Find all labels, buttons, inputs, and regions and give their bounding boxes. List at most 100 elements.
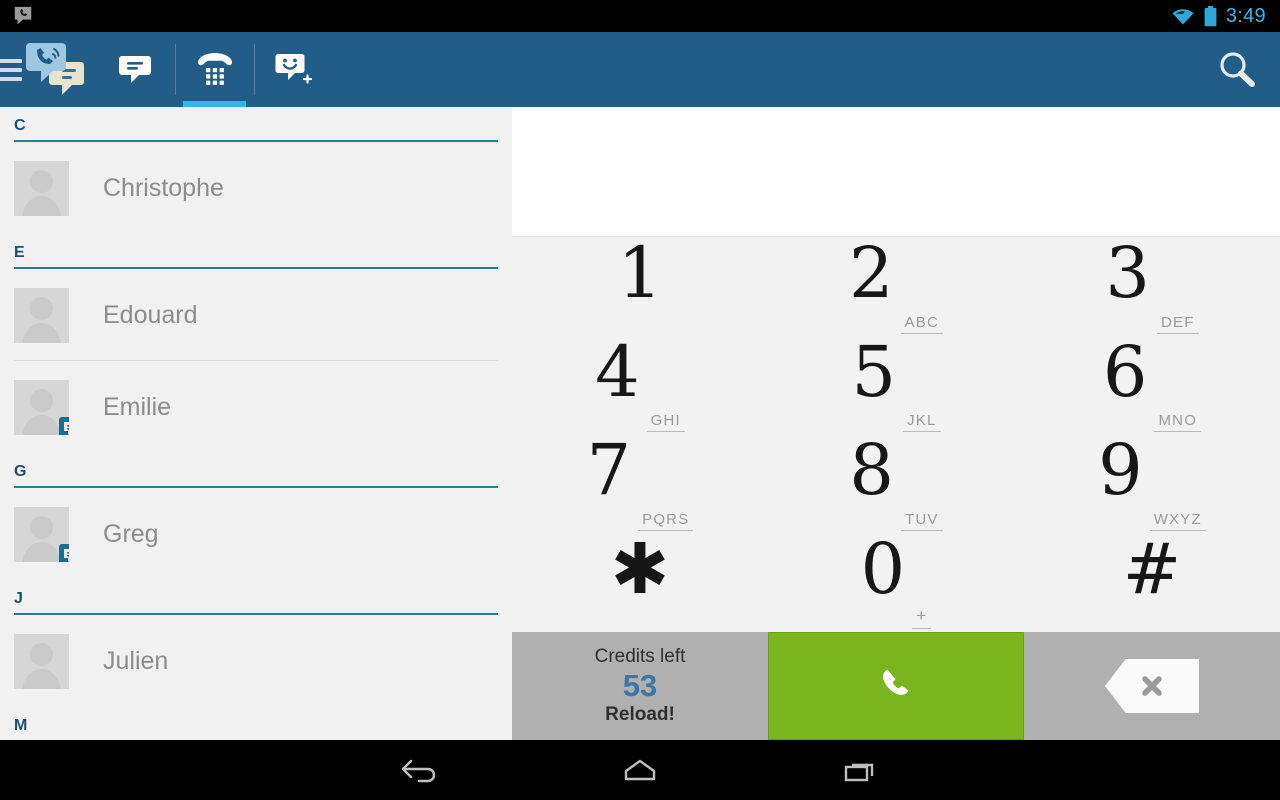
contact-name: Julien (103, 646, 169, 675)
credits-label: Credits left (594, 646, 686, 667)
dialpad-key-2[interactable]: 2 ABC (768, 238, 1024, 337)
dialpad-key-digit: 7 (586, 429, 632, 511)
backspace-shape (1105, 659, 1199, 713)
section-letter: G (14, 463, 27, 480)
dialpad-key-digit: 4 (595, 330, 640, 413)
dialpad-key-4[interactable]: 4 GHI (512, 337, 768, 436)
phone-number-value (512, 107, 1280, 163)
contacts-section-header: J (0, 580, 512, 608)
tab-add-contact[interactable] (254, 32, 333, 107)
smiley-add-contact-icon (275, 53, 312, 84)
dialpad-key-digit: 8 (849, 429, 894, 511)
section-letter: C (14, 117, 26, 134)
credits-value: 53 (622, 668, 658, 703)
contacts-section-header: G (0, 453, 512, 481)
section-letter: M (14, 717, 28, 734)
avatar (14, 160, 69, 216)
dialpad-key-star[interactable]: ✱ (512, 534, 768, 633)
status-indicators: 3:49 (1171, 5, 1280, 28)
message-badge-icon (59, 416, 69, 435)
tab-messages[interactable] (96, 32, 175, 107)
contacts-section-header: E (0, 234, 512, 262)
contacts-section-header: C (0, 107, 512, 135)
dialpad-key-9[interactable]: 9 WXYZ (1024, 435, 1280, 534)
contact-row[interactable]: Christophe (0, 142, 512, 234)
app-logo-icon[interactable] (22, 32, 88, 107)
tab-dialer[interactable] (175, 32, 254, 107)
contact-name: Greg (103, 519, 159, 548)
dialpad-keypad[interactable]: 1 2 ABC 3 DEF 4 GHI 5 JKL 6 MNO 7 PQRS 8 TUV 9 WXYZ ✱ 0 + # (512, 238, 1280, 632)
action-bar (0, 32, 1280, 107)
dialpad-key-hash[interactable]: # (1024, 534, 1280, 633)
contact-name: Emilie (103, 392, 172, 421)
message-badge-icon (64, 548, 69, 562)
dialpad-key-3[interactable]: 3 DEF (1024, 238, 1280, 337)
backspace-button[interactable] (1024, 632, 1280, 740)
dialpad-key-digit: 9 (1098, 429, 1143, 511)
dialpad-key-letters: MNO (1154, 412, 1202, 432)
contact-row[interactable]: Edouard (0, 269, 512, 361)
nav-back-button[interactable] (310, 755, 530, 785)
wifi-icon (1172, 8, 1194, 24)
message-badge-icon (64, 421, 69, 435)
hamburger-menu-icon[interactable] (0, 32, 22, 107)
contacts-section-header: M (0, 707, 512, 735)
dialpad-key-letters: GHI (646, 412, 685, 432)
dialer-bottom-bar: Credits left 53 Reload! (512, 632, 1280, 740)
android-nav-bar (0, 740, 1280, 800)
call-button[interactable] (768, 632, 1024, 740)
contact-row[interactable]: Greg (0, 488, 512, 580)
avatar (14, 287, 69, 343)
dialer-panel: 1 2 ABC 3 DEF 4 GHI 5 JKL 6 MNO 7 PQRS 8 TUV 9 WXYZ ✱ 0 + # … (512, 107, 1280, 740)
dialpad-key-8[interactable]: 8 TUV (768, 435, 1024, 534)
dialpad-key-digit: 5 (851, 330, 897, 413)
dialpad-key-digit: 6 (1102, 330, 1148, 413)
dialpad-phone-icon (197, 52, 232, 85)
dialpad-key-7[interactable]: 7 PQRS (512, 435, 768, 534)
backspace-delete-icon (1142, 676, 1162, 696)
nav-recents-button[interactable] (750, 755, 970, 785)
dialpad-key-letters: DEF (1156, 314, 1199, 334)
home-icon (624, 759, 656, 781)
status-time: 3:49 (1225, 4, 1266, 27)
search-icon (1220, 51, 1255, 87)
contact-name: Edouard (103, 300, 198, 329)
contact-name: Christophe (103, 173, 224, 202)
dialpad-key-0[interactable]: 0 + (768, 534, 1024, 633)
tab-bar (96, 32, 333, 107)
dialpad-key-letters: ABC (900, 314, 943, 334)
dialpad-key-digit: 2 (849, 232, 894, 314)
chat-bubble-icon (118, 55, 151, 83)
device-screen: 3:49 C Christophe E Edouard Emilie G Gre… (0, 0, 1280, 800)
phone-handset-icon (883, 669, 909, 695)
dialpad-key-digit: 3 (1105, 232, 1150, 314)
avatar (14, 379, 69, 435)
dialpad-key-6[interactable]: 6 MNO (1024, 337, 1280, 436)
contact-row[interactable]: Julien (0, 615, 512, 707)
search-button[interactable] (1194, 32, 1280, 107)
section-letter: J (14, 590, 23, 607)
nav-home-button[interactable] (530, 755, 750, 785)
phone-number-display[interactable] (512, 107, 1280, 237)
message-badge-icon (59, 543, 69, 562)
status-bar: 3:49 (0, 0, 1280, 32)
contact-row[interactable]: Emilie (0, 361, 512, 453)
contacts-list[interactable]: CChristopheEEdouardEmilieGGregJJulienMMa… (0, 107, 512, 740)
credits-panel[interactable]: Credits left 53 Reload! (512, 632, 768, 740)
battery-icon (1204, 5, 1217, 26)
section-letter: E (14, 244, 25, 261)
avatar (14, 506, 69, 562)
back-arrow-icon (401, 759, 436, 783)
dialpad-key-letters: + (912, 606, 932, 629)
dialpad-key-digit: # (1122, 527, 1182, 610)
dialpad-key-letters: TUV (900, 511, 943, 531)
app-notification-icon (10, 3, 36, 29)
avatar (14, 633, 69, 689)
reload-link[interactable]: Reload! (605, 704, 675, 726)
recent-apps-icon (844, 763, 874, 782)
dialpad-key-5[interactable]: 5 JKL (768, 337, 1024, 436)
dialpad-key-1[interactable]: 1 (512, 238, 768, 337)
dialpad-key-digit: 0 (860, 527, 906, 610)
dialpad-key-letters: JKL (903, 412, 941, 432)
dialpad-key-digit: ✱ (610, 527, 670, 610)
